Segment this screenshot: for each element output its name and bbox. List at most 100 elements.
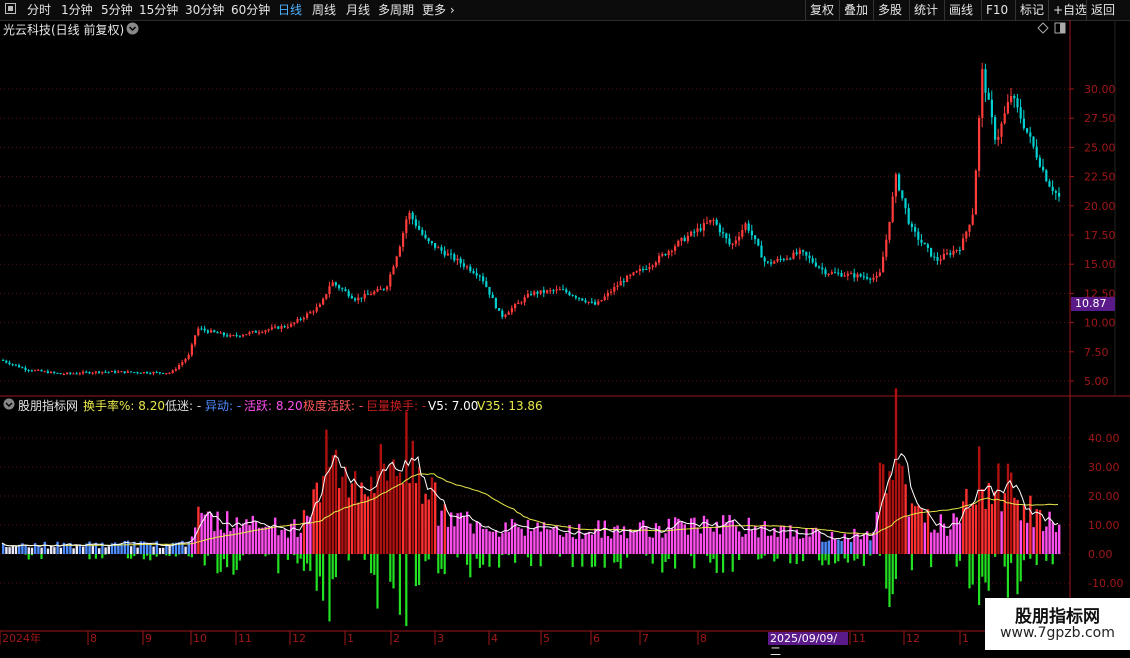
negative-bar xyxy=(738,554,740,560)
candle-body xyxy=(546,290,548,292)
candle-body xyxy=(28,370,30,371)
turnover-bar xyxy=(991,504,993,554)
turnover-bar xyxy=(415,483,417,554)
turnover-bar xyxy=(460,513,462,554)
turnover-bar xyxy=(437,526,439,554)
turnover-bar xyxy=(1045,526,1047,554)
current-price-tag: 10.87 xyxy=(1071,297,1115,311)
candle-body xyxy=(191,345,193,355)
turnover-bar xyxy=(677,519,679,554)
turnover-bar xyxy=(655,523,657,554)
candle-body xyxy=(44,371,46,372)
candle-body xyxy=(348,291,350,296)
candle-body xyxy=(37,370,39,371)
candle-body xyxy=(751,231,753,236)
candle-body xyxy=(1026,128,1028,132)
negative-bar xyxy=(1036,554,1038,565)
panel-toggle-icon[interactable] xyxy=(1054,22,1066,37)
indicator-tick-label: 10.00 xyxy=(1088,519,1120,532)
negative-bar xyxy=(392,554,394,588)
turnover-bar xyxy=(530,531,532,554)
diamond-icon[interactable] xyxy=(1037,22,1049,37)
turnover-bar xyxy=(597,520,599,554)
chevron-down-icon[interactable] xyxy=(126,22,139,38)
indicator-tick-label: 0.00 xyxy=(1088,548,1113,561)
candle-body xyxy=(412,213,414,220)
candle-body xyxy=(956,250,958,251)
candle-body xyxy=(213,330,215,332)
candle-body xyxy=(24,368,26,370)
chart-area[interactable]: 30.0027.5025.0022.5020.0017.5015.0012.50… xyxy=(0,0,1130,650)
turnover-bar xyxy=(405,412,407,554)
candle-body xyxy=(104,372,106,373)
turnover-bar xyxy=(568,525,570,554)
turnover-bar xyxy=(47,549,49,554)
turnover-bar xyxy=(1026,523,1028,554)
negative-bar xyxy=(316,554,318,591)
turnover-bar xyxy=(511,519,513,554)
negative-bar xyxy=(984,554,986,582)
turnover-bar xyxy=(748,518,750,554)
candle-body xyxy=(21,367,23,368)
candle-body xyxy=(261,332,263,333)
negative-bar xyxy=(264,554,266,556)
candle-body xyxy=(984,69,986,93)
time-tick-label: 11 xyxy=(852,632,866,645)
turnover-bar xyxy=(565,533,567,554)
candle-body xyxy=(482,276,484,281)
turnover-bar xyxy=(789,525,791,554)
negative-bar xyxy=(869,554,871,556)
candle-body xyxy=(76,373,78,374)
turnover-bar xyxy=(280,530,282,554)
candle-body xyxy=(556,289,558,290)
turnover-bar xyxy=(424,494,426,554)
turnover-bar xyxy=(920,508,922,554)
turnover-bar xyxy=(264,527,266,554)
turnover-bar xyxy=(501,533,503,554)
turnover-bar xyxy=(818,531,820,554)
candle-body xyxy=(485,281,487,287)
candle-body xyxy=(690,232,692,236)
turnover-bar xyxy=(600,538,602,554)
candle-body xyxy=(847,274,849,276)
negative-bar xyxy=(236,554,238,570)
candle-body xyxy=(495,298,497,308)
negative-bar xyxy=(834,554,836,563)
turnover-bar xyxy=(210,513,212,554)
turnover-bar xyxy=(1007,464,1009,554)
turnover-bar xyxy=(741,537,743,554)
candle-body xyxy=(680,238,682,241)
negative-bar xyxy=(863,554,865,566)
candle-body xyxy=(34,370,36,371)
indicator-menu-icon[interactable] xyxy=(3,398,15,413)
candle-body xyxy=(584,300,586,302)
negative-bar xyxy=(837,554,839,561)
turnover-bar xyxy=(607,536,609,554)
candle-body xyxy=(258,332,260,333)
negative-bar xyxy=(232,554,234,575)
candle-body xyxy=(872,278,874,280)
turnover-bar xyxy=(632,532,634,554)
turnover-bar xyxy=(120,544,122,554)
turnover-bar xyxy=(719,534,721,554)
turnover-bar xyxy=(943,524,945,554)
turnover-bar xyxy=(751,530,753,554)
negative-bar xyxy=(559,554,561,557)
negative-bar xyxy=(143,554,145,559)
turnover-bar xyxy=(885,493,887,554)
turnover-bar xyxy=(162,548,164,554)
legend-item-7: V35: 13.86 xyxy=(477,399,543,413)
price-tick-label: 15.00 xyxy=(1084,258,1116,271)
turnover-bar xyxy=(488,531,490,554)
time-tick-label: 8 xyxy=(700,632,707,645)
turnover-bar xyxy=(213,531,215,554)
candle-body xyxy=(56,373,58,374)
turnover-bar xyxy=(34,543,36,554)
turnover-bar xyxy=(1042,531,1044,554)
price-tick-label: 20.00 xyxy=(1084,200,1116,213)
negative-bar xyxy=(581,554,583,567)
negative-bar xyxy=(594,554,596,567)
candle-body xyxy=(559,289,561,290)
candle-body xyxy=(229,335,231,336)
turnover-bar xyxy=(290,524,292,554)
